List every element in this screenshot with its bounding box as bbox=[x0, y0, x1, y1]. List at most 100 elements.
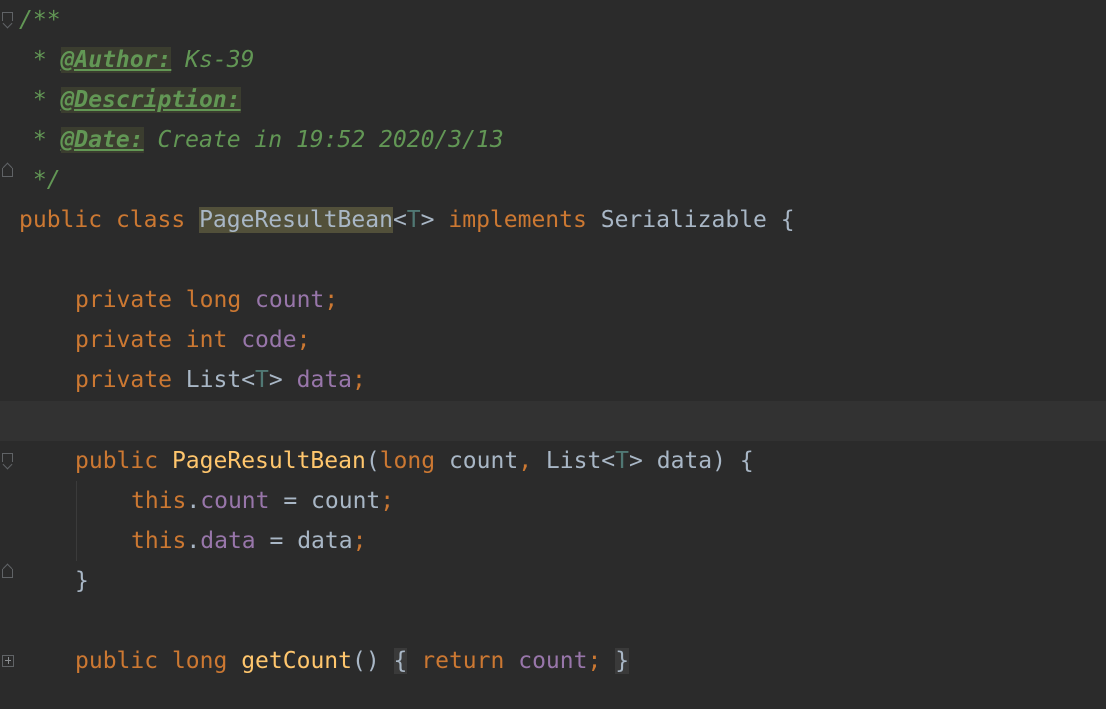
fold-expand-icon[interactable] bbox=[2, 655, 14, 667]
method-parens: () bbox=[351, 648, 380, 674]
keyword-this: this bbox=[131, 528, 187, 554]
class-declaration: public class PageResultBean<T> implement… bbox=[19, 200, 795, 240]
keyword-public: public bbox=[19, 207, 103, 233]
type-list[interactable]: List bbox=[186, 367, 241, 393]
code-line-13[interactable]: this.count = count; bbox=[0, 481, 1106, 521]
class-open-brace: { bbox=[780, 207, 795, 233]
code-line-8[interactable]: private long count; bbox=[0, 280, 1106, 320]
keyword-private: private bbox=[75, 287, 172, 313]
angle-open: < bbox=[392, 207, 407, 233]
fold-collapse-icon[interactable] bbox=[2, 453, 13, 462]
doc-date-line: * @Date: Create in 19:52 2020/3/13 bbox=[19, 120, 504, 160]
assignment-statement: this.count = count; bbox=[19, 481, 394, 521]
code-line-2[interactable]: * @Author: Ks-39 bbox=[0, 40, 1106, 80]
field-declaration: private long count; bbox=[19, 280, 338, 320]
field-ref[interactable]: count bbox=[518, 648, 587, 674]
open-brace: { bbox=[739, 448, 754, 474]
angle-open: < bbox=[601, 448, 616, 474]
assignment-statement: this.data = data; bbox=[19, 521, 366, 561]
param-name: count bbox=[448, 448, 519, 474]
field-declaration: private List<T> data; bbox=[19, 360, 366, 400]
folded-region-open[interactable]: { bbox=[393, 648, 408, 674]
code-line-5[interactable]: */ bbox=[0, 160, 1106, 200]
field-name[interactable]: code bbox=[241, 327, 296, 353]
keyword-return: return bbox=[421, 648, 505, 674]
keyword-implements: implements bbox=[448, 207, 587, 233]
fold-end-icon[interactable] bbox=[2, 569, 13, 578]
field-name[interactable]: count bbox=[255, 287, 324, 313]
code-line-15[interactable]: } bbox=[0, 561, 1106, 601]
doc-description-line: * @Description: bbox=[19, 80, 241, 120]
angle-close: > bbox=[268, 367, 283, 393]
doc-comment-open: /** bbox=[19, 7, 61, 33]
fold-collapse-icon[interactable] bbox=[2, 12, 13, 21]
type-int: int bbox=[185, 327, 228, 353]
keyword-class: class bbox=[115, 207, 186, 233]
doc-author-line: * @Author: Ks-39 bbox=[19, 40, 254, 80]
constructor-name[interactable]: PageResultBean bbox=[172, 448, 366, 474]
semicolon: ; bbox=[352, 528, 367, 554]
doc-author-tag: @Author: bbox=[60, 47, 172, 73]
code-line-9[interactable]: private int code; bbox=[0, 320, 1106, 360]
field-declaration: private int code; bbox=[19, 320, 310, 360]
angle-close: > bbox=[629, 448, 643, 474]
doc-date-tag: @Date: bbox=[60, 127, 144, 153]
type-parameter: T bbox=[406, 207, 421, 233]
keyword-public: public bbox=[75, 448, 159, 474]
dot: . bbox=[186, 488, 201, 514]
type-parameter: T bbox=[615, 448, 630, 474]
keyword-private: private bbox=[75, 367, 172, 393]
code-line-3[interactable]: * @Description: bbox=[0, 80, 1106, 120]
close-brace: } bbox=[75, 568, 89, 594]
code-line-14[interactable]: this.data = data; bbox=[0, 521, 1106, 561]
folded-region-close[interactable]: } bbox=[615, 648, 630, 674]
assign-operator: = bbox=[255, 528, 298, 554]
code-line-6[interactable]: public class PageResultBean<T> implement… bbox=[0, 200, 1106, 240]
keyword-this: this bbox=[131, 488, 187, 514]
angle-close: > bbox=[420, 207, 435, 233]
semicolon: ; bbox=[296, 327, 311, 353]
code-line-12[interactable]: public PageResultBean(long count, List<T… bbox=[0, 441, 1106, 481]
method-name[interactable]: getCount bbox=[241, 648, 352, 674]
close-brace-line: } bbox=[19, 561, 89, 601]
doc-date-value: Create in 19:52 2020/3/13 bbox=[143, 127, 504, 153]
class-name[interactable]: PageResultBean bbox=[199, 207, 393, 233]
param-type-list[interactable]: List bbox=[546, 448, 601, 474]
semicolon: ; bbox=[324, 287, 339, 313]
semicolon: ; bbox=[587, 648, 602, 674]
field-name[interactable]: data bbox=[297, 367, 352, 393]
keyword-public: public bbox=[75, 648, 159, 674]
param-type-long: long bbox=[379, 448, 436, 474]
code-line-1[interactable]: /** bbox=[0, 0, 1106, 40]
code-editor[interactable]: /** * @Author: Ks-39 * @Description: * @… bbox=[0, 0, 1106, 709]
doc-star: * bbox=[19, 127, 61, 153]
interface-name[interactable]: Serializable bbox=[601, 207, 767, 233]
assign-operator: = bbox=[269, 488, 312, 514]
field-ref[interactable]: data bbox=[200, 528, 255, 554]
doc-star: * bbox=[19, 87, 61, 113]
type-long: long bbox=[185, 287, 242, 313]
doc-description-tag: @Description: bbox=[60, 87, 241, 113]
dot: . bbox=[186, 528, 201, 554]
code-line-4[interactable]: * @Date: Create in 19:52 2020/3/13 bbox=[0, 120, 1106, 160]
value-ref: data bbox=[297, 528, 353, 554]
angle-open: < bbox=[241, 367, 256, 393]
field-ref[interactable]: count bbox=[200, 488, 269, 514]
fold-end-icon[interactable] bbox=[2, 168, 13, 177]
code-line-17[interactable]: public long getCount() { return count; } bbox=[0, 641, 1106, 681]
semicolon: ; bbox=[352, 367, 366, 393]
code-line-10[interactable]: private List<T> data; bbox=[0, 360, 1106, 400]
value-ref: count bbox=[311, 488, 381, 514]
current-line-highlight[interactable] bbox=[0, 401, 1106, 441]
code-line-7[interactable] bbox=[0, 240, 1106, 280]
return-type-long: long bbox=[171, 648, 228, 674]
doc-author-value: Ks-39 bbox=[171, 47, 255, 73]
code-line-16[interactable] bbox=[0, 601, 1106, 641]
param-name: data bbox=[656, 448, 713, 474]
close-paren: ) bbox=[712, 448, 726, 474]
open-paren: ( bbox=[365, 448, 380, 474]
method-declaration: public long getCount() { return count; } bbox=[19, 641, 630, 681]
doc-star: * bbox=[19, 47, 61, 73]
semicolon: ; bbox=[380, 488, 395, 514]
type-parameter: T bbox=[255, 367, 269, 393]
